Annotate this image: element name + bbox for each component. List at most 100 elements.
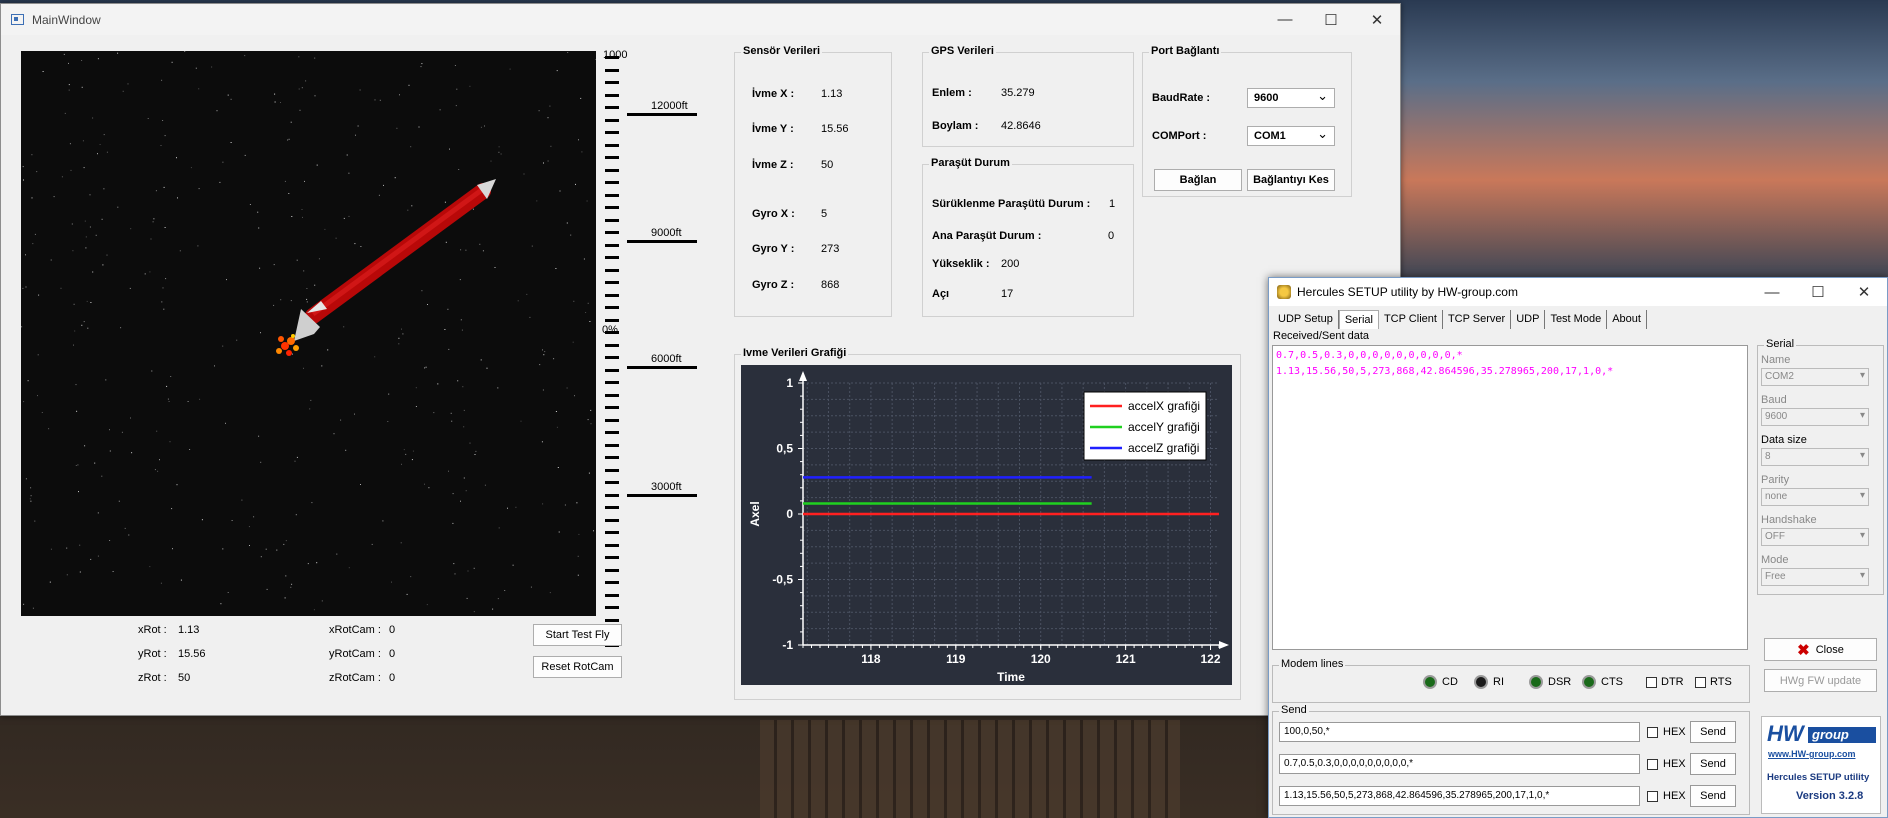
hwg-fw-update-button[interactable]: HWg FW update [1764, 669, 1877, 692]
hw-group-logo: HW group www.HW-group.com Hercules SETUP… [1761, 716, 1881, 814]
tab-tcp-client[interactable]: TCP Client [1379, 310, 1443, 329]
send-input-3[interactable]: 1.13,15.56,50,5,273,868,42.864596,35.278… [1279, 786, 1640, 806]
dtr-checkbox[interactable] [1646, 677, 1657, 688]
tab-test-mode[interactable]: Test Mode [1545, 310, 1608, 329]
serial-mode-label: Mode [1761, 554, 1789, 566]
xrotcam-value: 0 [389, 624, 396, 636]
rts-checkbox[interactable] [1695, 677, 1706, 688]
ruler-tick [605, 406, 619, 409]
gyro-x-label: Gyro X : [752, 208, 795, 220]
y-tick-label: 1 [786, 376, 793, 390]
altitude-mark-12000 [627, 113, 697, 116]
comport-select[interactable]: COM1 [1247, 126, 1335, 146]
ruler-tick [605, 493, 619, 497]
rts-label: RTS [1710, 676, 1732, 688]
maximize-button[interactable]: ☐ [1308, 4, 1354, 35]
hercules-maximize-button[interactable]: ☐ [1795, 278, 1841, 306]
serial-parity-select[interactable]: none [1761, 488, 1869, 506]
baudrate-select[interactable]: 9600 [1247, 88, 1335, 108]
acceleration-chart: 1 0,5 0 -0,5 -1 118 119 120 121 122 Time Axel accelX… [741, 365, 1232, 685]
ruler-tick [605, 93, 619, 97]
ruler-tick [605, 393, 619, 397]
start-test-fly-button[interactable]: Start Test Fly [533, 624, 622, 646]
sensor-group: Sensör Verileri İvme X : 1.13 İvme Y : 1… [734, 45, 892, 317]
serial-baud-select[interactable]: 9600 [1761, 408, 1869, 426]
received-data-box[interactable]: 0.7,0.5,0.3,0,0,0,0,0,0,0,0,0,* 1.13,15.5… [1272, 345, 1748, 650]
ruler-tick [605, 381, 619, 384]
reset-rotcam-button[interactable]: Reset RotCam [533, 656, 622, 678]
rocket-model [276, 179, 496, 356]
disconnect-button[interactable]: Bağlantıyı Kes [1247, 169, 1335, 191]
hercules-close-button[interactable]: ✕ [1841, 278, 1887, 306]
ruler-tick [605, 243, 619, 247]
tab-about[interactable]: About [1607, 310, 1647, 329]
serial-name-select[interactable]: COM2 [1761, 368, 1869, 386]
parachute-group: Paraşüt Durum Sürüklenme Paraşütü Durum … [922, 157, 1134, 317]
yrot-value: 15.56 [178, 648, 206, 660]
gyro-y-value: 273 [821, 243, 840, 255]
hex-checkbox-1[interactable] [1647, 727, 1658, 738]
tab-tcp-server[interactable]: TCP Server [1443, 310, 1512, 329]
close-port-label: Close [1815, 643, 1844, 656]
ruler-tick [605, 481, 619, 484]
serial-datasize-label: Data size [1761, 434, 1807, 446]
main-chute-value: 0 [1108, 230, 1115, 242]
gyro-y-label: Gyro Y : [752, 243, 795, 255]
ruler-tick [605, 181, 619, 184]
hercules-minimize-button[interactable]: — [1749, 278, 1795, 306]
ruler-tick [605, 518, 619, 522]
send-button-1[interactable]: Send [1690, 721, 1736, 743]
close-button[interactable]: ✕ [1354, 4, 1400, 35]
modem-lines-title: Modem lines [1279, 658, 1346, 670]
send-button-2[interactable]: Send [1690, 753, 1736, 775]
ruler-tick [605, 218, 619, 222]
ruler-tick [605, 68, 619, 72]
close-port-button[interactable]: ✖ Close [1764, 638, 1877, 661]
logo-name: Hercules SETUP utility [1767, 772, 1870, 783]
tab-udp[interactable]: UDP [1511, 310, 1546, 329]
hercules-icon [1277, 285, 1291, 299]
serial-datasize-select[interactable]: 8 [1761, 448, 1869, 466]
ruler-tick [605, 118, 619, 122]
x-tick-label: 118 [861, 652, 881, 666]
hex-checkbox-3[interactable] [1647, 791, 1658, 802]
ivme-x-value: 1.13 [821, 88, 843, 100]
ruler-tick [605, 593, 619, 597]
serial-mode-select[interactable]: Free [1761, 568, 1869, 586]
x-tick-label: 121 [1116, 652, 1136, 666]
ruler-tick [605, 131, 619, 134]
rocket-3d-viewport[interactable] [21, 51, 596, 616]
received-line-1: 0.7,0.5,0.3,0,0,0,0,0,0,0,0,0,* [1276, 350, 1463, 361]
ruler-tick [605, 431, 619, 434]
gps-group-title: GPS Verileri [929, 45, 996, 57]
minimize-button[interactable]: — [1262, 4, 1308, 35]
sensor-group-title: Sensör Verileri [741, 45, 823, 57]
ruler-tick [605, 143, 619, 147]
connect-button[interactable]: Bağlan [1154, 169, 1242, 191]
logo-sub: group [1808, 727, 1876, 743]
send-input-2[interactable]: 0.7,0.5,0.3,0,0,0,0,0,0,0,0,0,* [1279, 754, 1640, 774]
baudrate-label: BaudRate : [1152, 92, 1211, 104]
hercules-titlebar: Hercules SETUP utility by HW-group.com —… [1269, 278, 1887, 306]
send-input-1[interactable]: 100,0,50,* [1279, 722, 1640, 742]
acceleration-chart-svg: 1 0,5 0 -0,5 -1 118 119 120 121 122 Time Axel accelX… [748, 371, 1229, 684]
hex-checkbox-2[interactable] [1647, 759, 1658, 770]
y-tick-label: 0,5 [776, 442, 793, 456]
tab-serial[interactable]: Serial [1338, 310, 1379, 329]
ruler-tick [605, 156, 619, 159]
enlem-value: 35.279 [1001, 87, 1035, 99]
altitude-label-6000: 6000ft [651, 353, 682, 365]
ruler-tick [605, 368, 619, 372]
ruler-tick [605, 268, 619, 272]
ruler-tick [605, 206, 619, 209]
ruler-tick [605, 256, 619, 259]
y-axis-label: Axel [748, 501, 762, 526]
dsr-label: DSR [1548, 676, 1572, 688]
x-tick-label: 122 [1200, 652, 1220, 666]
serial-handshake-select[interactable]: OFF [1761, 528, 1869, 546]
send-button-3[interactable]: Send [1690, 785, 1736, 807]
tab-udp-setup[interactable]: UDP Setup [1273, 310, 1339, 329]
ruler-tick [605, 568, 619, 572]
x-axis-arrow [1219, 641, 1229, 649]
ruler-tick [605, 443, 619, 447]
